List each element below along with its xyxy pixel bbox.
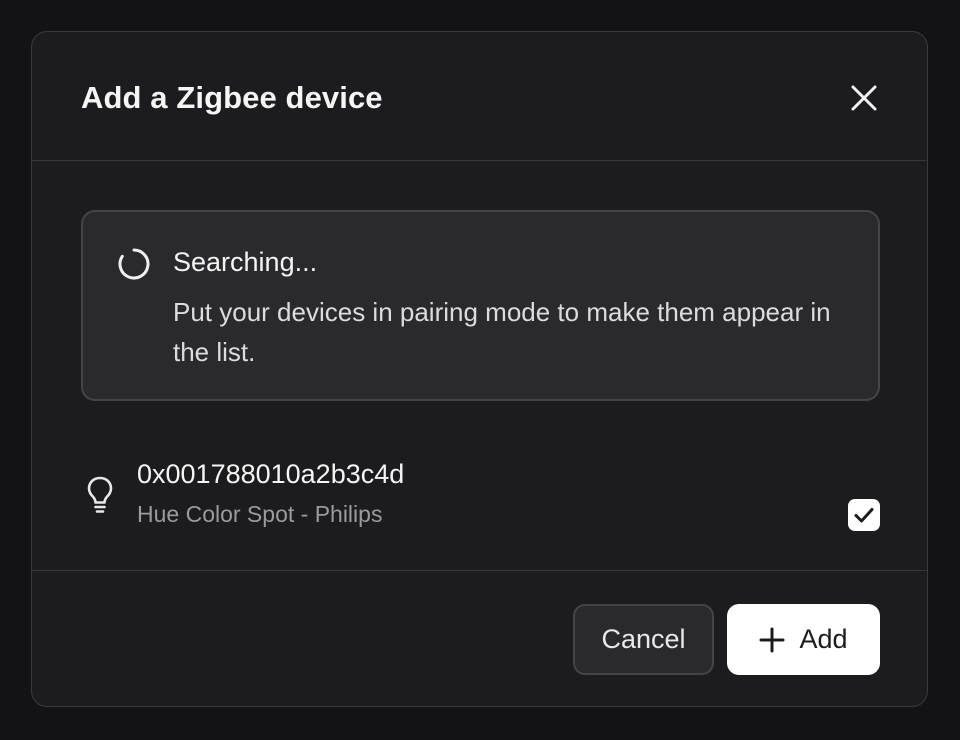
status-description: Put your devices in pairing mode to make… [173, 297, 831, 367]
add-button-label: Add [799, 624, 848, 654]
close-icon [851, 85, 877, 111]
cancel-button-label: Cancel [601, 624, 686, 654]
dialog-title: Add a Zigbee device [81, 80, 383, 115]
device-name: Hue Color Spot - Philips [137, 501, 383, 527]
add-button[interactable]: Add [727, 604, 880, 675]
list-item[interactable]: 0x001788010a2b3c4d Hue Color Spot - Phil… [81, 441, 880, 531]
lightbulb-icon [87, 476, 113, 513]
search-status-card: Searching... Put your devices in pairing… [81, 210, 880, 401]
add-device-dialog: Add a Zigbee device Searching... Put you… [31, 31, 928, 707]
checkmark-icon [854, 508, 874, 523]
plus-icon [759, 627, 785, 652]
cancel-button[interactable]: Cancel [573, 604, 714, 675]
dialog-body: Searching... Put your devices in pairing… [32, 161, 927, 570]
device-checkbox[interactable] [848, 499, 880, 531]
device-id: 0x001788010a2b3c4d [137, 459, 405, 489]
dialog-footer: Cancel Add [32, 570, 927, 706]
close-button[interactable] [846, 80, 882, 116]
status-title: Searching... [173, 247, 318, 277]
dialog-header: Add a Zigbee device [32, 32, 927, 161]
spinner-icon [118, 248, 150, 280]
